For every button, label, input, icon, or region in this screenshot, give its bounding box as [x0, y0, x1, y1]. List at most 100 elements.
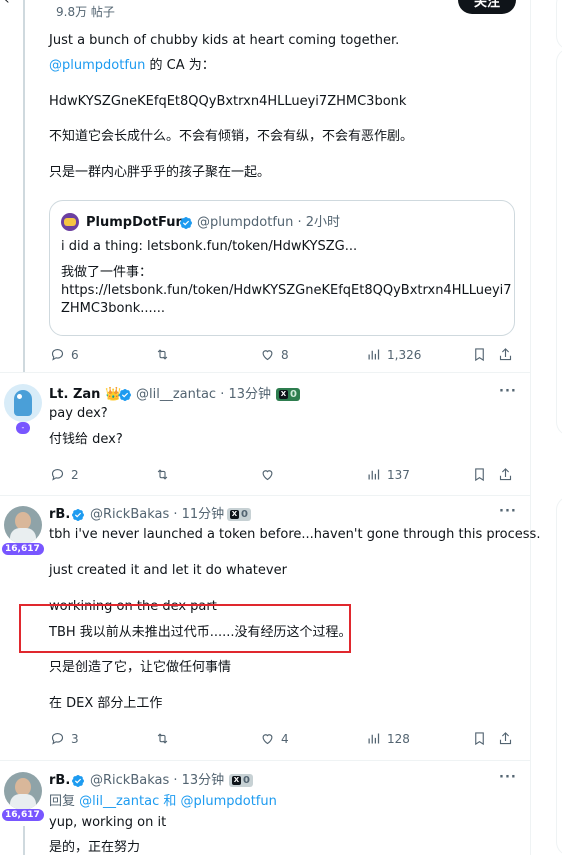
reply-text-line: 在 DEX 部分上工作: [49, 696, 163, 711]
quoted-avatar: [61, 213, 79, 231]
highlight-box: [19, 604, 351, 653]
follow-button[interactable]: 关注: [458, 0, 516, 14]
handle-time: @lil__zantac · 13分钟: [136, 387, 272, 402]
views-button[interactable]: 1,326: [366, 347, 421, 362]
like-count: 8: [281, 347, 289, 362]
post-text-line: 只是一群内心胖乎乎的孩子聚在一起。: [49, 165, 271, 180]
right-sidebar-card: [556, 48, 562, 436]
reply-text-line: tbh i've never launched a token before..…: [49, 527, 541, 542]
avatar[interactable]: [4, 384, 42, 422]
views-button[interactable]: 137: [366, 467, 410, 482]
author-name: rB.: [49, 507, 71, 522]
quoted-post-card[interactable]: PlumpDotFun @plumpdotfun · 2小时 i did a t…: [49, 200, 515, 336]
avatar[interactable]: [4, 772, 42, 810]
posts-count: 9.8万 帖子: [56, 5, 115, 19]
quoted-text-line: ZHMC3bonk......: [61, 301, 166, 316]
author-name: Lt. Zan 👑: [49, 386, 121, 403]
views-count: 1,326: [387, 347, 422, 362]
reply-icon: [51, 732, 64, 745]
quoted-text-line: https://letsbonk.fun/token/HdwKYSZGneKEf…: [61, 283, 512, 298]
heart-icon: [262, 734, 273, 745]
divider: [0, 495, 530, 496]
reply-text-line: pay dex?: [49, 406, 108, 421]
follower-badge: -: [16, 422, 30, 434]
reply-button[interactable]: 2: [50, 467, 79, 482]
mention-link[interactable]: @lil__zantac: [79, 794, 159, 809]
quoted-handle-time: @plumpdotfun · 2小时: [197, 215, 341, 230]
back-arrow-icon[interactable]: ‹: [4, 0, 10, 8]
like-count: 4: [281, 731, 289, 746]
follower-badge: 16,617: [2, 809, 44, 821]
reply-prefix: 回复: [49, 794, 80, 809]
quoted-author-name: PlumpDotFun: [86, 215, 185, 230]
thread-line: [23, 826, 25, 855]
divider: [0, 760, 530, 761]
repost-button[interactable]: [155, 731, 170, 746]
avatar[interactable]: [4, 506, 42, 544]
bookmark-icon[interactable]: [472, 347, 487, 362]
quoted-text-line: i did a thing: letsbonk.fun/token/HdwKYS…: [61, 239, 358, 254]
follower-badge: 16,617: [2, 543, 44, 555]
ca-suffix: 的 CA 为：: [145, 58, 215, 73]
column-divider: [530, 0, 531, 855]
verified-icon: [180, 217, 192, 229]
views-count: 128: [387, 731, 410, 746]
repost-button[interactable]: [155, 467, 170, 482]
heart-icon: [262, 470, 273, 481]
reply-icon: [51, 468, 64, 481]
contract-address: HdwKYSZGneKEfqEt8QQyBxtrxn4HLLueyi7ZHMC3…: [49, 94, 407, 109]
post-text-line: 不知道它会长成什么。不会有倾销，不会有纵，不会有恶作剧。: [49, 129, 414, 144]
like-button[interactable]: [260, 467, 275, 482]
mention-link[interactable]: @plumpdotfun: [49, 58, 145, 73]
repost-icon: [157, 349, 168, 360]
reply-count: 6: [71, 347, 79, 362]
ca-line: @plumpdotfun 的 CA 为：: [49, 57, 215, 74]
bookmark-icon[interactable]: [472, 467, 487, 482]
reply-text-line: 付钱给 dex?: [49, 432, 123, 447]
repost-icon: [157, 469, 168, 480]
verified-icon: [72, 509, 84, 521]
more-options-icon[interactable]: ···: [499, 503, 517, 520]
quoted-text-line: 我做了一件事：: [61, 265, 153, 280]
right-sidebar-card: [556, 496, 562, 855]
share-icon[interactable]: [498, 467, 513, 482]
reply-icon: [51, 348, 64, 361]
mention-link[interactable]: @plumpdotfun: [180, 794, 276, 809]
more-options-icon[interactable]: ···: [499, 769, 517, 786]
verified-icon: [72, 775, 84, 787]
divider: [0, 372, 530, 373]
more-options-icon[interactable]: ···: [499, 383, 517, 400]
views-button[interactable]: 128: [366, 731, 410, 746]
handle-time: @RickBakas · 13分钟: [90, 773, 225, 788]
reply-text-line: 只是创造了它，让它做任何事情: [49, 660, 232, 675]
reply-and: 和: [159, 794, 181, 809]
views-count: 137: [387, 467, 410, 482]
reply-button[interactable]: 6: [50, 347, 79, 362]
x-badge: X0: [229, 774, 253, 787]
handle-time: @RickBakas · 11分钟: [90, 507, 225, 522]
views-icon: [368, 469, 380, 480]
reply-count: 2: [71, 467, 79, 482]
like-button[interactable]: 4: [260, 731, 289, 746]
bookmark-icon[interactable]: [472, 731, 487, 746]
heart-icon: [262, 350, 273, 361]
reply-text-line: yup, working on it: [49, 815, 167, 830]
thread-line: [23, 0, 25, 372]
reply-button[interactable]: 3: [50, 731, 79, 746]
verified-icon: [119, 389, 131, 401]
author-name: rB.: [49, 773, 71, 788]
reply-text-line: just created it and let it do whatever: [49, 563, 287, 578]
right-sidebar-card: [556, 0, 562, 50]
views-icon: [368, 733, 380, 744]
replying-to: 回复 @lil__zantac 和 @plumpdotfun: [49, 793, 277, 810]
reply-count: 3: [71, 731, 79, 746]
repost-icon: [157, 733, 168, 744]
like-button[interactable]: 8: [260, 347, 289, 362]
share-icon[interactable]: [498, 347, 513, 362]
x-badge: X0: [276, 388, 300, 401]
views-icon: [368, 349, 380, 360]
share-icon[interactable]: [498, 731, 513, 746]
post-text-line: Just a bunch of chubby kids at heart com…: [49, 33, 400, 48]
repost-button[interactable]: [155, 347, 170, 362]
reply-text-line: 是的，正在努力: [49, 840, 141, 855]
